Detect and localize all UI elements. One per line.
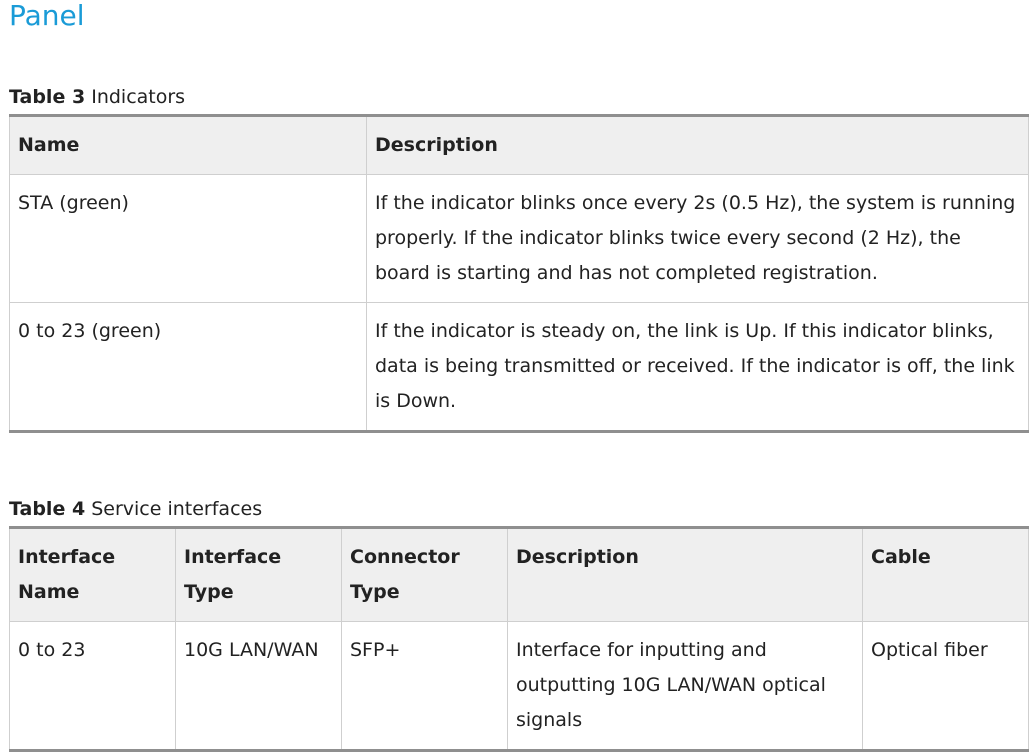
table-3-caption-number: Table 3 xyxy=(9,86,86,108)
column-header-cable: Cable xyxy=(862,526,1029,622)
interface-name: 0 to 23 xyxy=(9,621,176,752)
table-header-row: Interface Name Interface Type Connector … xyxy=(9,526,1029,622)
table-4-caption-text: Service interfaces xyxy=(85,498,263,520)
column-header-description: Description xyxy=(366,114,1029,175)
table-row: STA (green) If the indicator blinks once… xyxy=(9,174,1029,303)
indicator-name: 0 to 23 (green) xyxy=(9,302,367,433)
service-interfaces-table: Interface Name Interface Type Connector … xyxy=(9,526,1029,752)
column-header-interface-name: Interface Name xyxy=(9,526,176,622)
column-header-name: Name xyxy=(9,114,367,175)
table-4-caption-number: Table 4 xyxy=(9,498,86,520)
table-row: 0 to 23 (green) If the indicator is stea… xyxy=(9,302,1029,433)
page-title: Panel xyxy=(9,0,85,32)
table-3-caption: Table 3 Indicators xyxy=(9,85,185,109)
indicator-name: STA (green) xyxy=(9,174,367,303)
table-4-caption: Table 4 Service interfaces xyxy=(9,497,262,521)
table-header-row: Name Description xyxy=(9,114,1029,175)
column-header-description: Description xyxy=(507,526,863,622)
table-row: 0 to 23 10G LAN/WAN SFP+ Interface for i… xyxy=(9,621,1029,752)
interface-type: 10G LAN/WAN xyxy=(175,621,342,752)
table-3-caption-text: Indicators xyxy=(85,86,186,108)
indicators-table: Name Description STA (green) If the indi… xyxy=(9,114,1029,433)
connector-type: SFP+ xyxy=(341,621,508,752)
interface-description: Interface for inputting and outputting 1… xyxy=(507,621,863,752)
indicator-description: If the indicator blinks once every 2s (0… xyxy=(366,174,1029,303)
column-header-connector-type: Connector Type xyxy=(341,526,508,622)
cable-type: Optical fiber xyxy=(862,621,1029,752)
indicator-description: If the indicator is steady on, the link … xyxy=(366,302,1029,433)
column-header-interface-type: Interface Type xyxy=(175,526,342,622)
